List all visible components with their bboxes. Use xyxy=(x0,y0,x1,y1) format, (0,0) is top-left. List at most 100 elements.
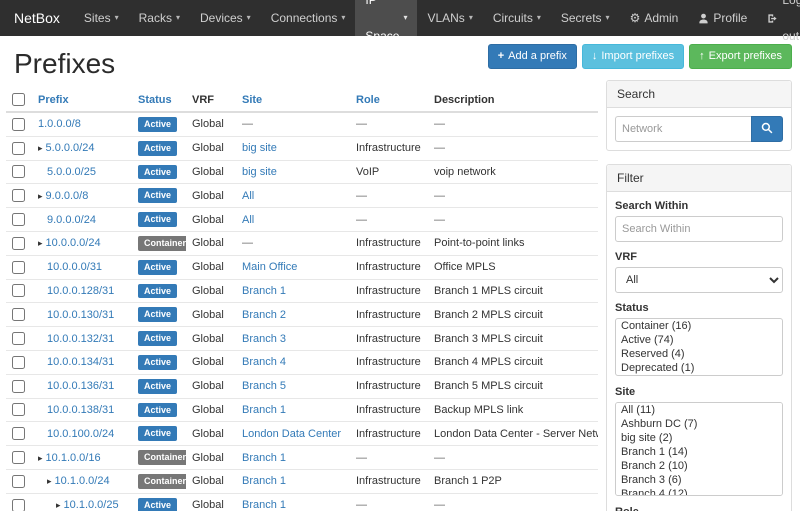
nav-item-ip-space[interactable]: IP Space▾ xyxy=(355,0,417,36)
prefix-link[interactable]: 5.0.0.0/25 xyxy=(47,166,96,178)
row-checkbox[interactable] xyxy=(12,284,25,297)
row-checkbox[interactable] xyxy=(12,451,25,464)
search-within-input[interactable] xyxy=(615,216,783,242)
site-link[interactable]: Branch 1 xyxy=(242,404,286,416)
import-prefixes-button[interactable]: ↓ Import prefixes xyxy=(582,44,684,69)
filter-option[interactable]: big site (2) xyxy=(616,431,782,445)
prefix-link[interactable]: 10.1.0.0/24 xyxy=(55,475,110,487)
column-header-site[interactable]: Site xyxy=(242,94,262,106)
search-button[interactable] xyxy=(751,116,783,142)
filter-option[interactable]: All (11) xyxy=(616,403,782,417)
site-filter-list[interactable]: All (11)Ashburn DC (7)big site (2)Branch… xyxy=(615,402,783,496)
column-header-role[interactable]: Role xyxy=(356,94,380,106)
row-checkbox[interactable] xyxy=(12,237,25,250)
row-checkbox[interactable] xyxy=(12,308,25,321)
search-input[interactable] xyxy=(615,116,751,142)
row-checkbox[interactable] xyxy=(12,332,25,345)
prefix-link[interactable]: 10.0.0.136/31 xyxy=(47,380,114,392)
row-checkbox[interactable] xyxy=(12,189,25,202)
column-header-prefix[interactable]: Prefix xyxy=(38,94,69,106)
role-cell: — xyxy=(350,208,428,232)
row-checkbox[interactable] xyxy=(12,261,25,274)
nav-item-vlans[interactable]: VLANs▾ xyxy=(417,0,482,36)
prefix-link[interactable]: 10.0.0.0/31 xyxy=(47,261,102,273)
profile-link[interactable]: Profile xyxy=(688,0,757,36)
select-all-checkbox[interactable] xyxy=(12,93,25,106)
table-row: 1.0.0.0/8ActiveGlobal——— xyxy=(6,112,598,136)
row-checkbox[interactable] xyxy=(12,142,25,155)
row-checkbox[interactable] xyxy=(12,380,25,393)
vrf-filter-select[interactable]: All xyxy=(615,267,783,293)
table-row: ▸10.1.0.0/25ActiveGlobalBranch 1—— xyxy=(6,493,598,511)
status-cell: Active xyxy=(132,208,186,232)
row-checkbox[interactable] xyxy=(12,165,25,178)
prefix-link[interactable]: 10.0.0.0/24 xyxy=(46,237,101,249)
nav-item-connections[interactable]: Connections▾ xyxy=(261,0,356,36)
site-link[interactable]: Branch 1 xyxy=(242,499,286,511)
filter-option[interactable]: Deprecated (1) xyxy=(616,361,782,375)
expand-arrow-icon[interactable]: ▸ xyxy=(38,238,43,248)
row-checkbox[interactable] xyxy=(12,403,25,416)
prefix-link[interactable]: 10.0.0.138/31 xyxy=(47,404,114,416)
filter-option[interactable]: Branch 1 (14) xyxy=(616,445,782,459)
prefix-link[interactable]: 9.0.0.0/24 xyxy=(47,214,96,226)
site-link[interactable]: Branch 1 xyxy=(242,452,286,464)
site-link[interactable]: Branch 4 xyxy=(242,356,286,368)
expand-arrow-icon[interactable]: ▸ xyxy=(47,476,52,486)
site-link[interactable]: Branch 5 xyxy=(242,380,286,392)
site-link[interactable]: Main Office xyxy=(242,261,297,273)
row-checkbox[interactable] xyxy=(12,356,25,369)
filter-option[interactable]: Container (16) xyxy=(616,319,782,333)
prefix-link[interactable]: 1.0.0.0/8 xyxy=(38,118,81,130)
prefix-link[interactable]: 10.0.0.128/31 xyxy=(47,285,114,297)
site-link[interactable]: All xyxy=(242,214,254,226)
site-link[interactable]: London Data Center xyxy=(242,428,341,440)
filter-option[interactable]: Reserved (4) xyxy=(616,347,782,361)
expand-arrow-icon[interactable]: ▸ xyxy=(38,453,43,463)
expand-arrow-icon[interactable]: ▸ xyxy=(38,191,43,201)
site-link[interactable]: Branch 1 xyxy=(242,475,286,487)
app-logo[interactable]: NetBox xyxy=(0,0,74,36)
row-checkbox[interactable] xyxy=(12,213,25,226)
vrf-cell: Global xyxy=(186,422,236,446)
description-cell: Office MPLS xyxy=(428,255,598,279)
site-link[interactable]: big site xyxy=(242,142,277,154)
prefix-link[interactable]: 10.0.100.0/24 xyxy=(47,428,114,440)
export-prefixes-button[interactable]: ↑ Export prefixes xyxy=(689,44,792,69)
site-link[interactable]: big site xyxy=(242,166,277,178)
site-link[interactable]: Branch 3 xyxy=(242,333,286,345)
prefix-link[interactable]: 10.0.0.134/31 xyxy=(47,356,114,368)
status-filter-list[interactable]: Container (16)Active (74)Reserved (4)Dep… xyxy=(615,318,783,376)
prefix-link[interactable]: 5.0.0.0/24 xyxy=(46,142,95,154)
prefix-link[interactable]: 10.0.0.132/31 xyxy=(47,333,114,345)
filter-option[interactable]: Branch 2 (10) xyxy=(616,459,782,473)
nav-item-secrets[interactable]: Secrets▾ xyxy=(551,0,620,36)
prefix-link[interactable]: 10.1.0.0/16 xyxy=(46,452,101,464)
prefix-link[interactable]: 10.1.0.0/25 xyxy=(64,499,119,511)
filter-option[interactable]: Branch 3 (6) xyxy=(616,473,782,487)
expand-arrow-icon[interactable]: ▸ xyxy=(38,143,43,153)
site-link[interactable]: Branch 1 xyxy=(242,285,286,297)
nav-item-sites[interactable]: Sites▾ xyxy=(74,0,129,36)
prefix-cell: 10.0.0.138/31 xyxy=(32,398,132,422)
row-checkbox[interactable] xyxy=(12,118,25,131)
row-checkbox[interactable] xyxy=(12,499,25,511)
nav-item-circuits[interactable]: Circuits▾ xyxy=(483,0,551,36)
prefix-link[interactable]: 9.0.0.0/8 xyxy=(46,190,89,202)
site-link[interactable]: Branch 2 xyxy=(242,309,286,321)
filter-option[interactable]: Branch 4 (12) xyxy=(616,487,782,496)
add-prefix-button[interactable]: + Add a prefix xyxy=(488,44,577,69)
column-header-status[interactable]: Status xyxy=(138,94,172,106)
filter-option[interactable]: Ashburn DC (7) xyxy=(616,417,782,431)
logout-link[interactable]: Log out xyxy=(757,0,800,36)
nav-item-racks[interactable]: Racks▾ xyxy=(129,0,190,36)
row-checkbox[interactable] xyxy=(12,427,25,440)
row-checkbox-cell xyxy=(6,160,32,184)
prefix-link[interactable]: 10.0.0.130/31 xyxy=(47,309,114,321)
filter-option[interactable]: Active (74) xyxy=(616,333,782,347)
admin-link[interactable]: ⚙ Admin xyxy=(620,0,689,36)
expand-arrow-icon[interactable]: ▸ xyxy=(56,500,61,510)
nav-item-devices[interactable]: Devices▾ xyxy=(190,0,261,36)
site-link[interactable]: All xyxy=(242,190,254,202)
row-checkbox[interactable] xyxy=(12,475,25,488)
